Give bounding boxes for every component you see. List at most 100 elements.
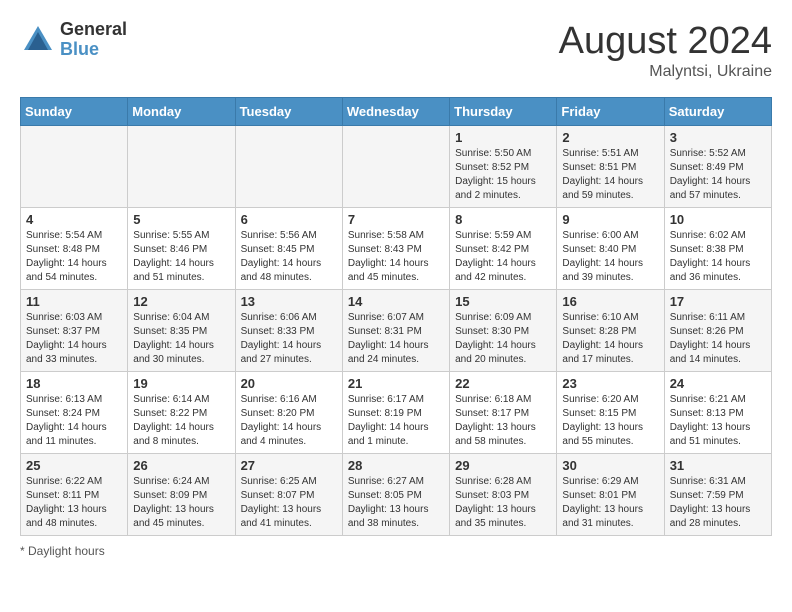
table-cell: 22Sunrise: 6:18 AM Sunset: 8:17 PM Dayli… bbox=[450, 372, 557, 454]
day-number: 5 bbox=[133, 212, 229, 227]
table-cell bbox=[21, 126, 128, 208]
table-cell: 8Sunrise: 5:59 AM Sunset: 8:42 PM Daylig… bbox=[450, 208, 557, 290]
day-number: 11 bbox=[26, 294, 122, 309]
logo-icon bbox=[20, 22, 56, 58]
table-cell: 16Sunrise: 6:10 AM Sunset: 8:28 PM Dayli… bbox=[557, 290, 664, 372]
day-number: 18 bbox=[26, 376, 122, 391]
day-info: Sunrise: 6:10 AM Sunset: 8:28 PM Dayligh… bbox=[562, 311, 658, 367]
day-info: Sunrise: 6:11 AM Sunset: 8:26 PM Dayligh… bbox=[670, 311, 766, 367]
day-number: 3 bbox=[670, 130, 766, 145]
header-row: Sunday Monday Tuesday Wednesday Thursday… bbox=[21, 98, 772, 126]
day-number: 24 bbox=[670, 376, 766, 391]
day-info: Sunrise: 6:28 AM Sunset: 8:03 PM Dayligh… bbox=[455, 475, 551, 531]
day-info: Sunrise: 6:02 AM Sunset: 8:38 PM Dayligh… bbox=[670, 229, 766, 285]
table-cell: 14Sunrise: 6:07 AM Sunset: 8:31 PM Dayli… bbox=[342, 290, 449, 372]
header-wednesday: Wednesday bbox=[342, 98, 449, 126]
table-cell: 11 Sunrise: 6:03 AM Sunset: 8:37 PM Dayli… bbox=[21, 290, 128, 372]
day-info: Sunrise: 5:51 AM Sunset: 8:51 PM Dayligh… bbox=[562, 147, 658, 203]
day-number: 30 bbox=[562, 458, 658, 473]
logo-general: General bbox=[60, 20, 127, 40]
table-cell: 7 Sunrise: 5:58 AM Sunset: 8:43 PM Daylig… bbox=[342, 208, 449, 290]
header-thursday: Thursday bbox=[450, 98, 557, 126]
day-number: 28 bbox=[348, 458, 444, 473]
table-cell: 27 Sunrise: 6:25 AM Sunset: 8:07 PM Dayli… bbox=[235, 454, 342, 536]
day-number: 9 bbox=[562, 212, 658, 227]
day-info: Sunrise: 5:56 AM Sunset: 8:45 PM Dayligh… bbox=[241, 229, 337, 285]
table-cell bbox=[342, 126, 449, 208]
day-info: Sunrise: 5:54 AM Sunset: 8:48 PM Dayligh… bbox=[26, 229, 122, 285]
table-cell: 15Sunrise: 6:09 AM Sunset: 8:30 PM Dayli… bbox=[450, 290, 557, 372]
calendar-body: 1Sunrise: 5:50 AM Sunset: 8:52 PM Daylig… bbox=[21, 126, 772, 536]
table-cell: 30 Sunrise: 6:29 AM Sunset: 8:01 PM Dayli… bbox=[557, 454, 664, 536]
day-info: Sunrise: 6:24 AM Sunset: 8:09 PM Dayligh… bbox=[133, 475, 229, 531]
day-info: Sunrise: 6:03 AM Sunset: 8:37 PM Dayligh… bbox=[26, 311, 122, 367]
day-info: Sunrise: 6:00 AM Sunset: 8:40 PM Dayligh… bbox=[562, 229, 658, 285]
day-info: Sunrise: 5:58 AM Sunset: 8:43 PM Dayligh… bbox=[348, 229, 444, 285]
header-saturday: Saturday bbox=[664, 98, 771, 126]
header-tuesday: Tuesday bbox=[235, 98, 342, 126]
header-friday: Friday bbox=[557, 98, 664, 126]
table-cell: 13 Sunrise: 6:06 AM Sunset: 8:33 PM Dayli… bbox=[235, 290, 342, 372]
day-info: Sunrise: 6:07 AM Sunset: 8:31 PM Dayligh… bbox=[348, 311, 444, 367]
table-cell: 12 Sunrise: 6:04 AM Sunset: 8:35 PM Dayli… bbox=[128, 290, 235, 372]
day-number: 10 bbox=[670, 212, 766, 227]
table-cell: 10 Sunrise: 6:02 AM Sunset: 8:38 PM Dayli… bbox=[664, 208, 771, 290]
table-cell: 19 Sunrise: 6:14 AM Sunset: 8:22 PM Dayli… bbox=[128, 372, 235, 454]
table-cell bbox=[128, 126, 235, 208]
day-number: 29 bbox=[455, 458, 551, 473]
table-cell: 2 Sunrise: 5:51 AM Sunset: 8:51 PM Daylig… bbox=[557, 126, 664, 208]
table-cell: 29 Sunrise: 6:28 AM Sunset: 8:03 PM Dayli… bbox=[450, 454, 557, 536]
day-number: 25 bbox=[26, 458, 122, 473]
month-title: August 2024 bbox=[559, 20, 772, 63]
day-info: Sunrise: 6:31 AM Sunset: 7:59 PM Dayligh… bbox=[670, 475, 766, 531]
table-cell: 5 Sunrise: 5:55 AM Sunset: 8:46 PM Daylig… bbox=[128, 208, 235, 290]
day-number: 13 bbox=[241, 294, 337, 309]
table-cell: 1Sunrise: 5:50 AM Sunset: 8:52 PM Daylig… bbox=[450, 126, 557, 208]
day-number: 26 bbox=[133, 458, 229, 473]
calendar-header: Sunday Monday Tuesday Wednesday Thursday… bbox=[21, 98, 772, 126]
table-cell: 9 Sunrise: 6:00 AM Sunset: 8:40 PM Daylig… bbox=[557, 208, 664, 290]
day-number: 6 bbox=[241, 212, 337, 227]
day-number: 23 bbox=[562, 376, 658, 391]
table-cell: 18 Sunrise: 6:13 AM Sunset: 8:24 PM Dayli… bbox=[21, 372, 128, 454]
table-cell: 21Sunrise: 6:17 AM Sunset: 8:19 PM Dayli… bbox=[342, 372, 449, 454]
week-row-0: 1Sunrise: 5:50 AM Sunset: 8:52 PM Daylig… bbox=[21, 126, 772, 208]
table-cell: 4Sunrise: 5:54 AM Sunset: 8:48 PM Daylig… bbox=[21, 208, 128, 290]
day-info: Sunrise: 6:13 AM Sunset: 8:24 PM Dayligh… bbox=[26, 393, 122, 449]
header-sunday: Sunday bbox=[21, 98, 128, 126]
logo: General Blue bbox=[20, 20, 127, 60]
day-info: Sunrise: 6:09 AM Sunset: 8:30 PM Dayligh… bbox=[455, 311, 551, 367]
footer-note-text: Daylight hours bbox=[28, 544, 105, 558]
table-cell: 3Sunrise: 5:52 AM Sunset: 8:49 PM Daylig… bbox=[664, 126, 771, 208]
day-info: Sunrise: 6:21 AM Sunset: 8:13 PM Dayligh… bbox=[670, 393, 766, 449]
day-number: 31 bbox=[670, 458, 766, 473]
week-row-4: 25Sunrise: 6:22 AM Sunset: 8:11 PM Dayli… bbox=[21, 454, 772, 536]
day-info: Sunrise: 6:18 AM Sunset: 8:17 PM Dayligh… bbox=[455, 393, 551, 449]
day-info: Sunrise: 6:06 AM Sunset: 8:33 PM Dayligh… bbox=[241, 311, 337, 367]
table-cell: 20Sunrise: 6:16 AM Sunset: 8:20 PM Dayli… bbox=[235, 372, 342, 454]
table-cell: 6 Sunrise: 5:56 AM Sunset: 8:45 PM Daylig… bbox=[235, 208, 342, 290]
table-cell bbox=[235, 126, 342, 208]
week-row-3: 18 Sunrise: 6:13 AM Sunset: 8:24 PM Dayli… bbox=[21, 372, 772, 454]
day-number: 20 bbox=[241, 376, 337, 391]
day-info: Sunrise: 6:04 AM Sunset: 8:35 PM Dayligh… bbox=[133, 311, 229, 367]
day-info: Sunrise: 6:14 AM Sunset: 8:22 PM Dayligh… bbox=[133, 393, 229, 449]
table-cell: 26 Sunrise: 6:24 AM Sunset: 8:09 PM Dayli… bbox=[128, 454, 235, 536]
calendar-table: Sunday Monday Tuesday Wednesday Thursday… bbox=[20, 97, 772, 536]
day-number: 27 bbox=[241, 458, 337, 473]
day-number: 12 bbox=[133, 294, 229, 309]
logo-text: General Blue bbox=[60, 20, 127, 60]
day-number: 2 bbox=[562, 130, 658, 145]
day-info: Sunrise: 6:27 AM Sunset: 8:05 PM Dayligh… bbox=[348, 475, 444, 531]
day-info: Sunrise: 6:25 AM Sunset: 8:07 PM Dayligh… bbox=[241, 475, 337, 531]
footer-note: * Daylight hours bbox=[20, 544, 772, 558]
day-number: 19 bbox=[133, 376, 229, 391]
day-number: 7 bbox=[348, 212, 444, 227]
day-info: Sunrise: 5:55 AM Sunset: 8:46 PM Dayligh… bbox=[133, 229, 229, 285]
title-block: August 2024 Malyntsi, Ukraine bbox=[559, 20, 772, 81]
day-info: Sunrise: 6:29 AM Sunset: 8:01 PM Dayligh… bbox=[562, 475, 658, 531]
day-number: 17 bbox=[670, 294, 766, 309]
day-number: 21 bbox=[348, 376, 444, 391]
table-cell: 31 Sunrise: 6:31 AM Sunset: 7:59 PM Dayli… bbox=[664, 454, 771, 536]
day-info: Sunrise: 5:59 AM Sunset: 8:42 PM Dayligh… bbox=[455, 229, 551, 285]
